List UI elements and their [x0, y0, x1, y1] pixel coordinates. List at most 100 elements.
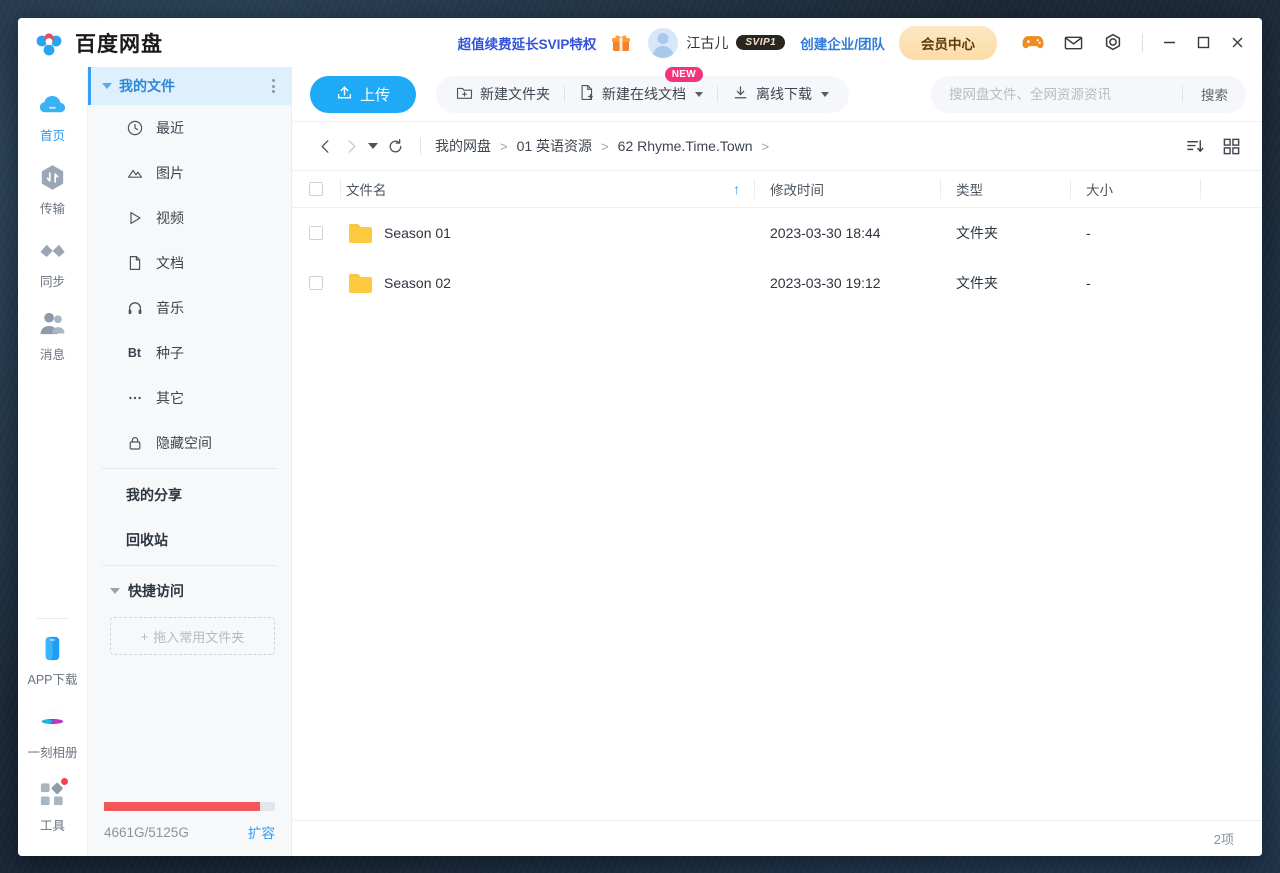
- forward-button[interactable]: [338, 133, 364, 159]
- new-online-doc-button[interactable]: NEW 新建在线文档: [565, 76, 717, 113]
- chevron-down-icon[interactable]: [102, 83, 112, 89]
- column-label-type: 类型: [956, 179, 983, 199]
- rail-item-message[interactable]: 消息: [18, 298, 88, 371]
- file-list: Season 01 2023-03-30 18:44 文件夹 - Season …: [292, 208, 1262, 820]
- more-vertical-icon[interactable]: [268, 75, 279, 97]
- upload-icon: [336, 84, 353, 105]
- chevron-down-icon-doc[interactable]: [695, 92, 703, 97]
- row-checkbox[interactable]: [309, 226, 323, 240]
- breadcrumb-item-1[interactable]: 01 英语资源: [517, 136, 592, 156]
- rail-label-tools: 工具: [40, 815, 65, 834]
- create-team-link[interactable]: 创建企业/团队: [800, 33, 885, 53]
- expand-storage-link[interactable]: 扩容: [248, 822, 275, 842]
- row-select-cell: [292, 226, 340, 240]
- document-icon: [126, 254, 143, 271]
- gift-icon[interactable]: [610, 32, 632, 54]
- cloud-icon: [37, 89, 68, 120]
- sidebar-item-hidden-space[interactable]: 隐藏空间: [88, 420, 291, 465]
- refresh-button[interactable]: [382, 133, 408, 159]
- video-icon: [126, 209, 143, 226]
- minimize-button[interactable]: [1152, 28, 1186, 58]
- rail-item-tools[interactable]: 工具: [18, 769, 88, 842]
- chevron-down-icon-offline[interactable]: [821, 92, 829, 97]
- chevron-down-icon-history: [368, 143, 378, 149]
- breadcrumb-item-0[interactable]: 我的网盘: [435, 136, 491, 156]
- column-header-modified[interactable]: 修改时间: [754, 170, 940, 208]
- sidebar-item-recycle-bin[interactable]: 回收站: [88, 517, 291, 562]
- chevron-down-icon-quick[interactable]: [110, 588, 120, 594]
- rail-label-sync: 同步: [40, 271, 65, 290]
- row-checkbox[interactable]: [309, 276, 323, 290]
- sidebar-label-hidden-space: 隐藏空间: [156, 433, 212, 453]
- sort-descending-icon[interactable]: [1180, 131, 1210, 161]
- column-header-size[interactable]: 大小: [1070, 170, 1200, 208]
- tools-icon: [37, 779, 68, 810]
- sidebar-item-torrent[interactable]: Bt 种子: [88, 330, 291, 375]
- offline-download-button[interactable]: 离线下载: [718, 76, 843, 113]
- quick-access-dropzone[interactable]: + 拖入常用文件夹: [110, 617, 275, 655]
- column-header-type[interactable]: 类型: [940, 170, 1070, 208]
- user-info[interactable]: 江古儿 SVIP1: [648, 28, 785, 58]
- gamepad-icon[interactable]: [1018, 28, 1048, 58]
- mail-icon[interactable]: [1058, 28, 1088, 58]
- gear-icon[interactable]: [1098, 28, 1128, 58]
- quick-access-label: 快捷访问: [128, 581, 184, 601]
- breadcrumb-item-2[interactable]: 62 Rhyme.Time.Town: [618, 138, 753, 154]
- rail-item-album[interactable]: 一刻相册: [18, 696, 88, 769]
- upload-button[interactable]: 上传: [310, 76, 416, 113]
- brand-name: 百度网盘: [75, 28, 163, 58]
- tools-badge-dot: [60, 777, 69, 786]
- sort-arrow-icon: ↑: [733, 181, 754, 197]
- download-icon: [732, 84, 749, 104]
- folder-plus-icon: [456, 85, 473, 104]
- breadcrumb-separator-1: >: [601, 139, 609, 154]
- sidebar-section-quick-access[interactable]: 快捷访问: [88, 569, 291, 613]
- sidebar-item-videos[interactable]: 视频: [88, 195, 291, 240]
- image-icon: [126, 164, 143, 181]
- file-name: Season 01: [384, 225, 451, 241]
- select-all-checkbox[interactable]: [309, 182, 323, 196]
- upload-button-label: 上传: [360, 84, 390, 105]
- search-button[interactable]: 搜索: [1187, 84, 1242, 104]
- close-button[interactable]: [1220, 28, 1254, 58]
- sidebar-item-other[interactable]: 其它: [88, 375, 291, 420]
- rail-item-app-download[interactable]: APP下载: [18, 623, 88, 696]
- sidebar-item-recent[interactable]: 最近: [88, 105, 291, 150]
- breadcrumb-separator-2: >: [762, 139, 770, 154]
- sidebar-item-my-files[interactable]: 我的文件: [88, 67, 291, 105]
- sidebar-item-images[interactable]: 图片: [88, 150, 291, 195]
- status-bar: 2项: [292, 820, 1262, 856]
- new-folder-label: 新建文件夹: [480, 84, 550, 104]
- rail-item-home[interactable]: 首页: [18, 79, 88, 152]
- vip-center-button[interactable]: 会员中心: [899, 26, 997, 60]
- search-divider: [1182, 86, 1183, 102]
- column-header-name[interactable]: 文件名 ↑: [340, 170, 754, 208]
- sidebar-label-music: 音乐: [156, 298, 184, 318]
- sync-icon: [37, 235, 68, 266]
- search-box: 搜索: [931, 76, 1246, 113]
- sidebar-label-images: 图片: [156, 163, 184, 183]
- back-button[interactable]: [312, 133, 338, 159]
- sidebar-divider-1: [102, 468, 277, 469]
- rail-item-transfer[interactable]: 传输: [18, 152, 88, 225]
- folder-icon: [349, 274, 372, 293]
- bt-icon: Bt: [126, 344, 143, 361]
- storage-usage-text: 4661G/5125G: [104, 825, 189, 840]
- sidebar-item-music[interactable]: 音乐: [88, 285, 291, 330]
- tree-scroll-area: 我的文件 最近 图片: [88, 67, 291, 802]
- sidebar-item-documents[interactable]: 文档: [88, 240, 291, 285]
- storage-row: 4661G/5125G 扩容: [104, 822, 275, 842]
- sidebar-label-videos: 视频: [156, 208, 184, 228]
- new-folder-button[interactable]: 新建文件夹: [442, 76, 564, 113]
- table-row[interactable]: Season 02 2023-03-30 19:12 文件夹 -: [292, 258, 1262, 308]
- rail-item-sync[interactable]: 同步: [18, 225, 88, 298]
- grid-view-icon[interactable]: [1216, 131, 1246, 161]
- breadcrumb-separator-0: >: [500, 139, 508, 154]
- search-input[interactable]: [949, 87, 1178, 102]
- sidebar-item-my-shares[interactable]: 我的分享: [88, 472, 291, 517]
- maximize-button[interactable]: [1186, 28, 1220, 58]
- avatar[interactable]: [648, 28, 678, 58]
- promo-link[interactable]: 超值续费延长SVIP特权: [458, 33, 597, 53]
- table-row[interactable]: Season 01 2023-03-30 18:44 文件夹 -: [292, 208, 1262, 258]
- history-dropdown-button[interactable]: [364, 133, 382, 159]
